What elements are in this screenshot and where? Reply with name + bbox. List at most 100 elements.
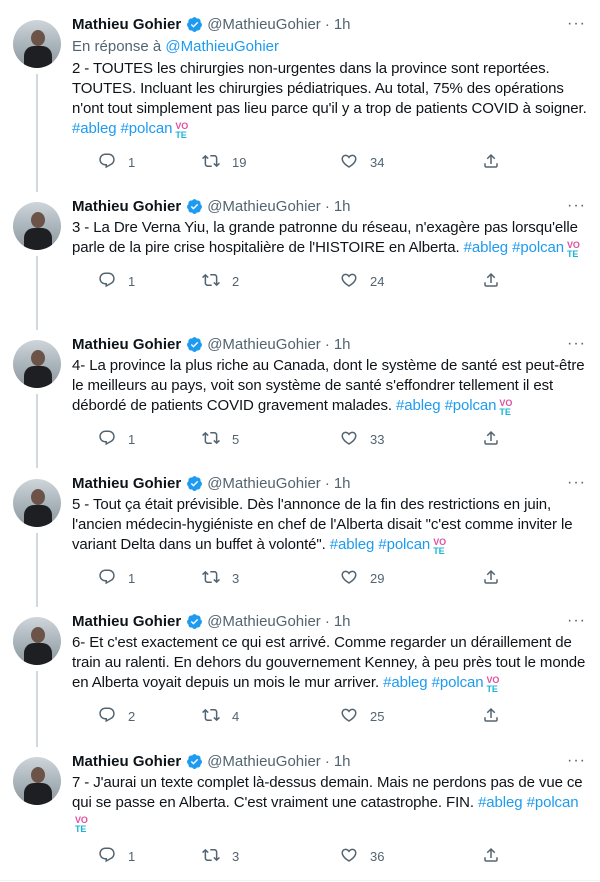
tweet[interactable]: Mathieu Gohier @MathieuGohier · 1h ··· 5 - To… — [0, 473, 600, 588]
author-name[interactable]: Mathieu Gohier — [72, 475, 181, 492]
retweet-button[interactable]: 4 — [202, 706, 239, 726]
author-handle[interactable]: @MathieuGohier — [207, 475, 321, 492]
author-name[interactable]: Mathieu Gohier — [72, 753, 181, 770]
retweet-count: 19 — [232, 154, 247, 170]
hashtag-link[interactable]: #ableg — [383, 674, 428, 691]
avatar[interactable] — [13, 340, 61, 388]
author-name[interactable]: Mathieu Gohier — [72, 16, 181, 33]
avatar[interactable] — [13, 617, 61, 665]
share-icon — [482, 706, 500, 727]
tweet[interactable]: Mathieu Gohier @MathieuGohier · 1h ··· 6- Et … — [0, 611, 600, 726]
hashtag-link[interactable]: #ableg — [330, 536, 375, 553]
retweet-button[interactable]: 5 — [202, 429, 239, 449]
tweet-actions: 1 19 34 — [72, 152, 588, 172]
avatar[interactable] — [13, 20, 61, 68]
reply-button[interactable]: 1 — [98, 429, 135, 449]
reply-icon — [98, 846, 116, 867]
reply-to-link[interactable]: @MathieuGohier — [165, 38, 279, 55]
tweet-time[interactable]: 1h — [334, 475, 351, 492]
hashtag-link[interactable]: #polcan — [445, 397, 497, 414]
retweet-button[interactable]: 2 — [202, 271, 239, 291]
author-handle[interactable]: @MathieuGohier — [207, 198, 321, 215]
like-icon — [340, 271, 358, 292]
tweet-actions: 1 5 33 — [72, 429, 588, 449]
more-options-icon[interactable]: ··· — [567, 334, 586, 354]
author-name[interactable]: Mathieu Gohier — [72, 198, 181, 215]
retweet-count: 3 — [232, 570, 240, 586]
thread-connector-line — [36, 256, 38, 330]
tweet[interactable]: Mathieu Gohier @MathieuGohier · 1h ··· En rép… — [0, 14, 600, 172]
reply-button[interactable]: 1 — [98, 846, 135, 866]
author-name[interactable]: Mathieu Gohier — [72, 336, 181, 353]
verified-badge-icon — [186, 753, 203, 770]
tweet-time[interactable]: 1h — [334, 613, 351, 630]
reply-button[interactable]: 1 — [98, 271, 135, 291]
reply-button[interactable]: 2 — [98, 706, 135, 726]
hashtag-link[interactable]: #ableg — [72, 120, 117, 137]
reply-icon — [98, 706, 116, 727]
hashtag-link[interactable]: #polcan — [432, 674, 484, 691]
separator-dot: · — [324, 474, 330, 492]
tweet[interactable]: Mathieu Gohier @MathieuGohier · 1h ··· 4- La … — [0, 334, 600, 449]
author-handle[interactable]: @MathieuGohier — [207, 613, 321, 630]
share-button[interactable] — [482, 152, 500, 172]
retweet-button[interactable]: 3 — [202, 846, 239, 866]
share-button[interactable] — [482, 846, 500, 866]
tweet[interactable]: Mathieu Gohier @MathieuGohier · 1h ··· 3 - La… — [0, 196, 600, 291]
reply-button[interactable]: 1 — [98, 568, 135, 588]
hashtag-link[interactable]: #ableg — [396, 397, 441, 414]
more-options-icon[interactable]: ··· — [567, 611, 586, 631]
avatar[interactable] — [13, 479, 61, 527]
more-options-icon[interactable]: ··· — [567, 14, 586, 34]
share-button[interactable] — [482, 429, 500, 449]
author-handle[interactable]: @MathieuGohier — [207, 16, 321, 33]
vote-emoji-icon: VO TE — [499, 398, 513, 417]
like-count: 36 — [370, 848, 385, 864]
like-button[interactable]: 25 — [340, 706, 384, 726]
vote-emoji-icon: VO TE — [75, 815, 88, 834]
author-handle[interactable]: @MathieuGohier — [207, 336, 321, 353]
avatar[interactable] — [13, 757, 61, 805]
thread-connector-line — [36, 533, 38, 607]
tweet-time[interactable]: 1h — [334, 198, 351, 215]
hashtag-link[interactable]: #ableg — [464, 239, 509, 256]
like-button[interactable]: 36 — [340, 846, 384, 866]
author-handle[interactable]: @MathieuGohier — [207, 753, 321, 770]
retweet-button[interactable]: 19 — [202, 152, 246, 172]
tweet-time[interactable]: 1h — [334, 16, 351, 33]
tweet-time[interactable]: 1h — [334, 336, 351, 353]
separator-dot: · — [324, 612, 330, 630]
like-button[interactable]: 33 — [340, 429, 384, 449]
author-name[interactable]: Mathieu Gohier — [72, 613, 181, 630]
tweet[interactable]: Mathieu Gohier @MathieuGohier · 1h ··· 7 - J'… — [0, 751, 600, 866]
retweet-button[interactable]: 3 — [202, 568, 239, 588]
retweet-count: 2 — [232, 273, 240, 289]
like-button[interactable]: 29 — [340, 568, 384, 588]
tweet-header: Mathieu Gohier @MathieuGohier · 1h — [72, 473, 588, 493]
reply-icon — [98, 568, 116, 589]
reply-icon — [98, 429, 116, 450]
avatar[interactable] — [13, 202, 61, 250]
like-button[interactable]: 34 — [340, 152, 384, 172]
vote-emoji-icon: VO TE — [433, 537, 446, 556]
more-options-icon[interactable]: ··· — [567, 196, 586, 216]
share-button[interactable] — [482, 271, 500, 291]
tweet-body: 6- Et c'est exactement ce qui est arrivé… — [72, 634, 586, 691]
separator-dot: · — [324, 15, 330, 33]
like-button[interactable]: 24 — [340, 271, 384, 291]
reply-button[interactable]: 1 — [98, 152, 135, 172]
more-options-icon[interactable]: ··· — [567, 473, 586, 493]
tweet-text: 3 - La Dre Verna Yiu, la grande patronne… — [72, 218, 588, 259]
hashtag-link[interactable]: #polcan — [527, 794, 579, 811]
more-options-icon[interactable]: ··· — [567, 751, 586, 771]
hashtag-link[interactable]: #polcan — [121, 120, 173, 137]
tweet-header: Mathieu Gohier @MathieuGohier · 1h — [72, 14, 588, 34]
share-button[interactable] — [482, 568, 500, 588]
hashtag-link[interactable]: #polcan — [512, 239, 564, 256]
share-icon — [482, 271, 500, 292]
hashtag-link[interactable]: #ableg — [478, 794, 523, 811]
tweet-time[interactable]: 1h — [334, 753, 351, 770]
hashtag-link[interactable]: #polcan — [378, 536, 430, 553]
share-button[interactable] — [482, 706, 500, 726]
vote-emoji-icon: VO TE — [486, 675, 500, 694]
